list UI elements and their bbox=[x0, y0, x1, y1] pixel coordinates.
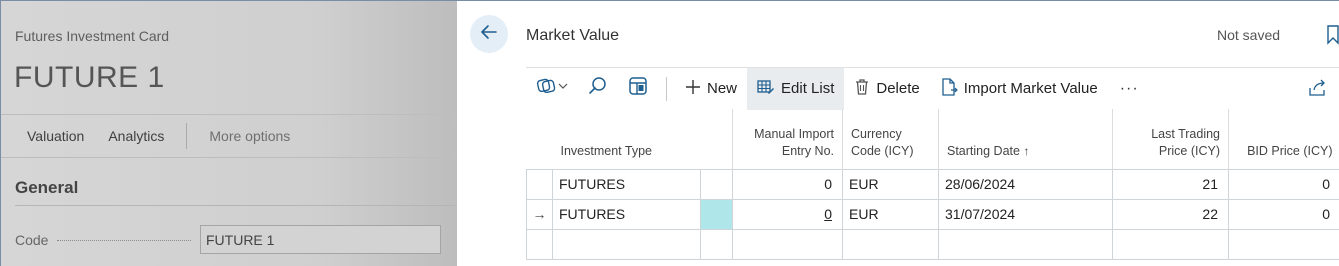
selected-blank-cell[interactable] bbox=[700, 198, 733, 230]
valuation-action[interactable]: Valuation bbox=[1, 128, 96, 144]
last-trading-price-cell[interactable]: 21 bbox=[1112, 168, 1229, 200]
entry-no-cell[interactable] bbox=[732, 228, 843, 260]
currency-cell[interactable]: EUR bbox=[842, 168, 939, 200]
bid-price-cell[interactable] bbox=[1228, 228, 1339, 260]
grid-header-row: Investment Type Manual Import Entry No. C… bbox=[527, 109, 1339, 169]
card-action-bar: Valuation Analytics More options bbox=[1, 114, 457, 158]
indicator-header bbox=[527, 109, 553, 169]
trash-icon bbox=[854, 78, 870, 100]
general-section-header[interactable]: General bbox=[15, 178, 78, 198]
share-icon[interactable] bbox=[1308, 79, 1328, 102]
investment-type-header[interactable]: Investment Type bbox=[553, 109, 701, 169]
currency-code-header[interactable]: Currency Code (ICY) bbox=[842, 109, 939, 169]
layout-button[interactable] bbox=[618, 68, 658, 110]
market-value-page: Market Value Not saved New Edit List Del… bbox=[457, 1, 1339, 266]
investment-type-cell[interactable]: FUTURES bbox=[552, 198, 701, 230]
last-trading-price-cell[interactable] bbox=[1112, 228, 1229, 260]
code-field[interactable]: FUTURE 1 bbox=[200, 225, 441, 254]
plus-icon bbox=[685, 79, 701, 99]
copilot-menu-button[interactable] bbox=[526, 68, 578, 110]
bid-price-cell[interactable]: 0 bbox=[1228, 198, 1339, 230]
investment-type-cell[interactable] bbox=[552, 228, 701, 260]
page-title: Market Value bbox=[526, 27, 620, 44]
import-market-value-label: Import Market Value bbox=[963, 80, 1098, 97]
row-indicator[interactable] bbox=[526, 168, 553, 200]
card-title: FUTURE 1 bbox=[14, 61, 165, 94]
card-caption: Futures Investment Card bbox=[15, 28, 170, 44]
starting-date-cell[interactable] bbox=[938, 228, 1113, 260]
investment-type-cell[interactable]: FUTURES bbox=[552, 168, 701, 200]
starting-date-cell[interactable]: 31/07/2024 bbox=[938, 198, 1113, 230]
blank-header bbox=[701, 109, 733, 169]
delete-button[interactable]: Delete bbox=[844, 68, 929, 110]
back-arrow-icon bbox=[479, 22, 499, 47]
last-trading-price-cell[interactable]: 22 bbox=[1112, 198, 1229, 230]
document-import-icon bbox=[940, 77, 958, 100]
row-indicator-arrow[interactable]: → bbox=[526, 198, 553, 230]
edit-list-button[interactable]: Edit List bbox=[747, 67, 845, 110]
new-button[interactable]: New bbox=[675, 68, 747, 110]
last-trading-price-header[interactable]: Last Trading Price (ICY) bbox=[1112, 109, 1229, 169]
currency-cell[interactable] bbox=[842, 228, 939, 260]
sort-ascending-icon: ↑ bbox=[1023, 143, 1030, 158]
toolbar-divider bbox=[666, 76, 667, 101]
back-button[interactable] bbox=[470, 15, 508, 53]
entry-no-cell[interactable]: 0 bbox=[732, 198, 843, 230]
code-field-label: Code bbox=[15, 232, 49, 248]
field-leader-dots bbox=[57, 240, 191, 241]
edit-list-label: Edit List bbox=[781, 80, 835, 97]
starting-date-header[interactable]: Starting Date ↑ bbox=[938, 109, 1113, 169]
bid-price-cell[interactable]: 0 bbox=[1228, 168, 1339, 200]
search-icon bbox=[588, 76, 608, 101]
new-empty-row[interactable] bbox=[526, 228, 1339, 260]
bookmark-icon[interactable] bbox=[1326, 25, 1339, 50]
table-row[interactable]: → FUTURES 0 EUR 31/07/2024 22 0 bbox=[526, 198, 1339, 230]
bid-price-header[interactable]: BID Price (ICY) bbox=[1228, 109, 1339, 169]
more-options-action[interactable]: More options bbox=[187, 128, 302, 144]
entry-no-cell[interactable]: 0 bbox=[732, 168, 843, 200]
list-action-bar: New Edit List Delete Import Market Value… bbox=[526, 67, 1339, 110]
edit-list-icon bbox=[757, 78, 775, 100]
starting-date-cell[interactable]: 28/06/2024 bbox=[938, 168, 1113, 200]
blank-cell[interactable] bbox=[700, 168, 733, 200]
blank-cell[interactable] bbox=[700, 228, 733, 260]
import-market-value-button[interactable]: Import Market Value bbox=[930, 68, 1108, 110]
row-indicator[interactable] bbox=[526, 228, 553, 260]
analytics-action[interactable]: Analytics bbox=[96, 128, 176, 144]
market-value-grid: Investment Type Manual Import Entry No. C… bbox=[526, 109, 1339, 260]
more-actions-button[interactable]: ··· bbox=[1108, 80, 1151, 98]
save-status: Not saved bbox=[1217, 27, 1281, 43]
layout-icon bbox=[628, 76, 648, 101]
table-row[interactable]: FUTURES 0 EUR 28/06/2024 21 0 bbox=[526, 168, 1339, 200]
search-button[interactable] bbox=[578, 68, 618, 110]
new-label: New bbox=[707, 80, 738, 97]
copilot-icon bbox=[536, 77, 568, 100]
futures-investment-card-background: Futures Investment Card FUTURE 1 Valuati… bbox=[1, 1, 457, 266]
currency-cell[interactable]: EUR bbox=[842, 198, 939, 230]
section-divider bbox=[15, 205, 457, 206]
manual-import-entry-no-header[interactable]: Manual Import Entry No. bbox=[732, 109, 843, 169]
delete-label: Delete bbox=[876, 80, 920, 97]
